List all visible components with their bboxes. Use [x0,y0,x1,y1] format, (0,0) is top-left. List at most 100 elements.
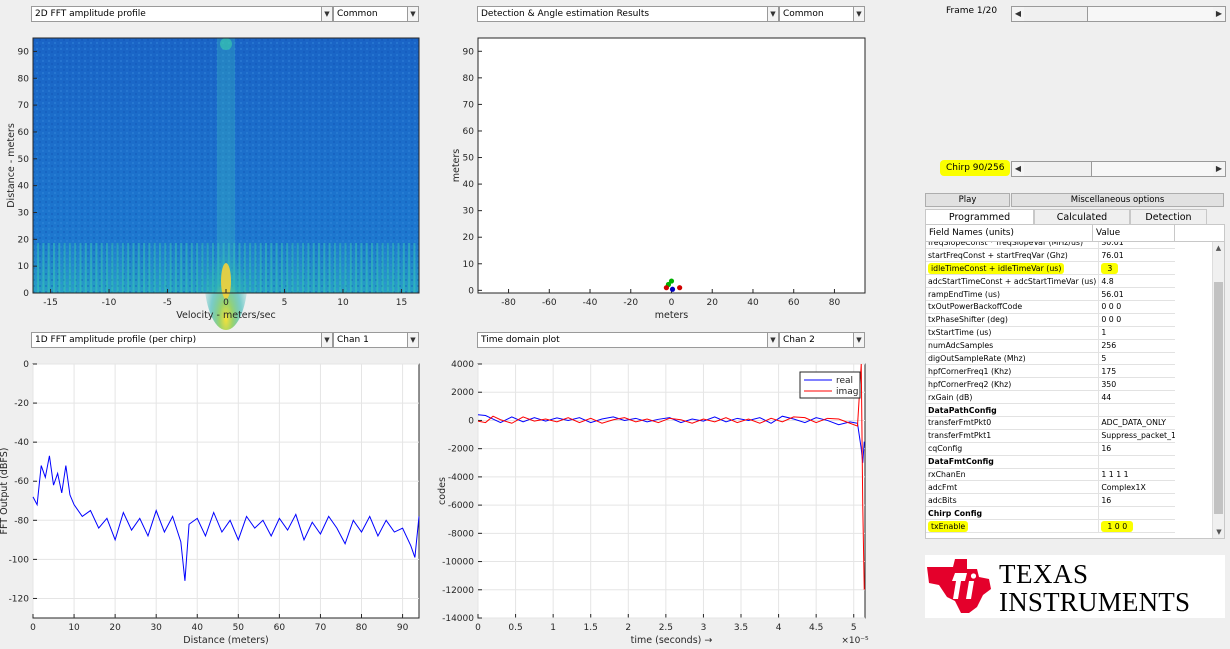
y-tick-label: -20 [14,399,29,409]
chevron-up-icon[interactable]: ▲ [1213,242,1224,254]
chart-legend: realimag [799,371,861,399]
table-row[interactable]: rxGain (dB) 44 [926,390,1175,405]
field-name-cell: txOutPowerBackoffCode [926,300,1100,314]
table-row[interactable]: hpfCornerFreq1 (Khz) 175 [926,364,1175,379]
table-section-row[interactable]: DataFmtConfig [926,455,1175,469]
x-axis-label: meters [655,310,689,321]
table-row[interactable]: rampEndTime (us) 56.01 [926,287,1175,301]
table-row[interactable]: txEnable 1 0 0 [926,519,1175,533]
chevron-left-icon[interactable]: ◀ [1012,162,1024,176]
x-tick-label: 4.5 [809,623,823,633]
table-row[interactable]: transferFmtPkt1 Suppress_packet_1 [926,429,1175,443]
chevron-right-icon[interactable]: ▶ [1213,162,1225,176]
y-tick-label: 0 [23,289,29,299]
field-value-cell: 30.01 [1098,242,1175,250]
chevron-right-icon[interactable]: ▶ [1213,7,1225,21]
field-value-cell: 44 [1098,390,1175,405]
table-row[interactable]: adcBits 16 [926,493,1175,508]
frame-label: Frame 1/20 [946,6,998,16]
x-tick-label: -40 [583,298,598,308]
x-tick-label: 40 [747,298,759,308]
table-row[interactable]: adcStartTimeConst + adcStartTimeVar (us)… [926,274,1175,289]
x-tick-label: 0 [475,623,481,633]
slider-thumb[interactable] [1091,162,1217,176]
misc-options-button[interactable]: Miscellaneous options [1011,193,1224,207]
play-button[interactable]: Play [925,193,1010,207]
x-tick-label: 70 [315,623,327,633]
field-value-cell: 3 [1098,261,1175,276]
chirp-slider[interactable]: ◀ ▶ [1011,161,1226,177]
x-tick-label: 50 [233,623,245,633]
x-axis-label: time (seconds) → [631,635,713,646]
table-row[interactable]: txPhaseShifter (deg) 0 0 0 [926,313,1175,327]
table-header: Field Names (units) Value [926,225,1224,242]
field-name-cell: digOutSampleRate (Mhz) [926,352,1100,366]
x-tick-label: 5 [851,623,857,633]
tab-programmed-parameters[interactable]: Programmed Parameters [925,209,1034,238]
table-row[interactable]: idleTimeConst + idleTimeVar (us) 3 [926,261,1175,276]
table-scrollbar[interactable]: ▲ ▼ [1212,242,1224,538]
field-name-cell: DataFmtConfig [926,455,1100,469]
charts-canvas: -15 -10 -5 0 5 10 150102030405060708090Velocit… [0,37,869,646]
field-name-cell: Chirp Config [926,506,1100,521]
ti-chip-icon [927,559,991,613]
table-row[interactable]: hpfCornerFreq2 (Khz) 350 [926,377,1175,392]
x-tick-label: 2.5 [659,623,673,633]
x-axis-label: Velocity - meters/sec [176,310,275,321]
field-name-cell: txEnable [926,519,1100,533]
field-value-cell: 5 [1098,352,1175,366]
table-row[interactable]: startFreqConst + startFreqVar (Ghz) 76.01 [926,248,1175,263]
table-row[interactable]: freqSlopeConst * freqSlopeVar (MHz/us) 30… [926,242,1175,250]
x-tick-label: 40 [192,623,204,633]
field-name-cell: startFreqConst + startFreqVar (Ghz) [926,248,1100,263]
y-tick-label: 50 [18,155,30,165]
table-row[interactable]: cqConfig 16 [926,442,1175,456]
y-tick-label: 80 [463,74,475,84]
table-row[interactable]: rxChanEn 1 1 1 1 [926,468,1175,482]
column-header-field[interactable]: Field Names (units) [926,225,1093,241]
y-tick-label: 60 [463,127,475,137]
x-axis-label: Distance (meters) [183,635,269,646]
chevron-left-icon[interactable]: ◀ [1012,7,1024,21]
table-row[interactable]: txStartTime (us) 1 [926,326,1175,340]
slider-thumb[interactable] [1087,7,1225,21]
y-tick-label: -12000 [442,586,474,596]
frame-slider[interactable]: ◀ ▶ [1011,6,1226,22]
y-tick-label: 4000 [451,360,474,370]
y-tick-label: -2000 [448,445,474,455]
x-tick-label: 1.5 [584,623,598,633]
table-section-row[interactable]: DataPathConfig [926,403,1175,417]
field-value-cell: 0 0 0 [1098,313,1175,327]
field-name-cell: txStartTime (us) [926,326,1100,340]
x-tick-label: 5 [282,298,288,308]
x-tick-label: 1 [550,623,556,633]
y-tick-label: 0 [468,416,474,426]
table-row[interactable]: numAdcSamples 256 [926,339,1175,353]
logo-text-line1: TEXAS [999,559,1089,589]
field-value-cell: Complex1X [1098,480,1175,495]
table-row[interactable]: adcFmt Complex1X [926,480,1175,495]
table-section-row[interactable]: Chirp Config [926,506,1175,521]
x-tick-label: 60 [788,298,800,308]
x-tick-label: 4 [776,623,782,633]
table-row[interactable]: digOutSampleRate (Mhz) 5 [926,352,1175,366]
x-tick-label: 2 [625,623,631,633]
column-header-value[interactable]: Value [1093,225,1175,241]
x-tick-label: -10 [102,298,117,308]
chevron-down-icon[interactable]: ▼ [1213,526,1224,538]
y-axis-label: codes [437,477,448,505]
y-axis-label: FFT Output (dBFS) [0,448,10,535]
y-tick-label: 90 [18,47,30,57]
y-tick-label: -100 [9,555,30,565]
range-doppler-heatmap: -15 -10 -5 0 5 10 15 0 10 20 30 40 50 60 70 80 90 Velocit… [6,37,420,330]
tab-detection-results[interactable]: Detection Results [1130,209,1207,238]
table-row[interactable]: transferFmtPkt0 ADC_DATA_ONLY [926,416,1175,430]
fft-profile-plot: 0 10 20 30 40 50 60 70 80 90 0 -20 -40 -60 -80 -100 -120… [0,360,420,646]
tab-calculated-parameters[interactable]: Calculated Parameters [1034,209,1130,238]
table-row[interactable]: txOutPowerBackoffCode 0 0 0 [926,300,1175,314]
y-tick-label: 90 [463,47,475,57]
scrollbar-thumb[interactable] [1214,282,1223,514]
x-tick-label: -80 [501,298,516,308]
field-name-cell: freqSlopeConst * freqSlopeVar (MHz/us) [926,242,1100,250]
x-axis-multiplier: ×10⁻⁵ [841,636,869,646]
